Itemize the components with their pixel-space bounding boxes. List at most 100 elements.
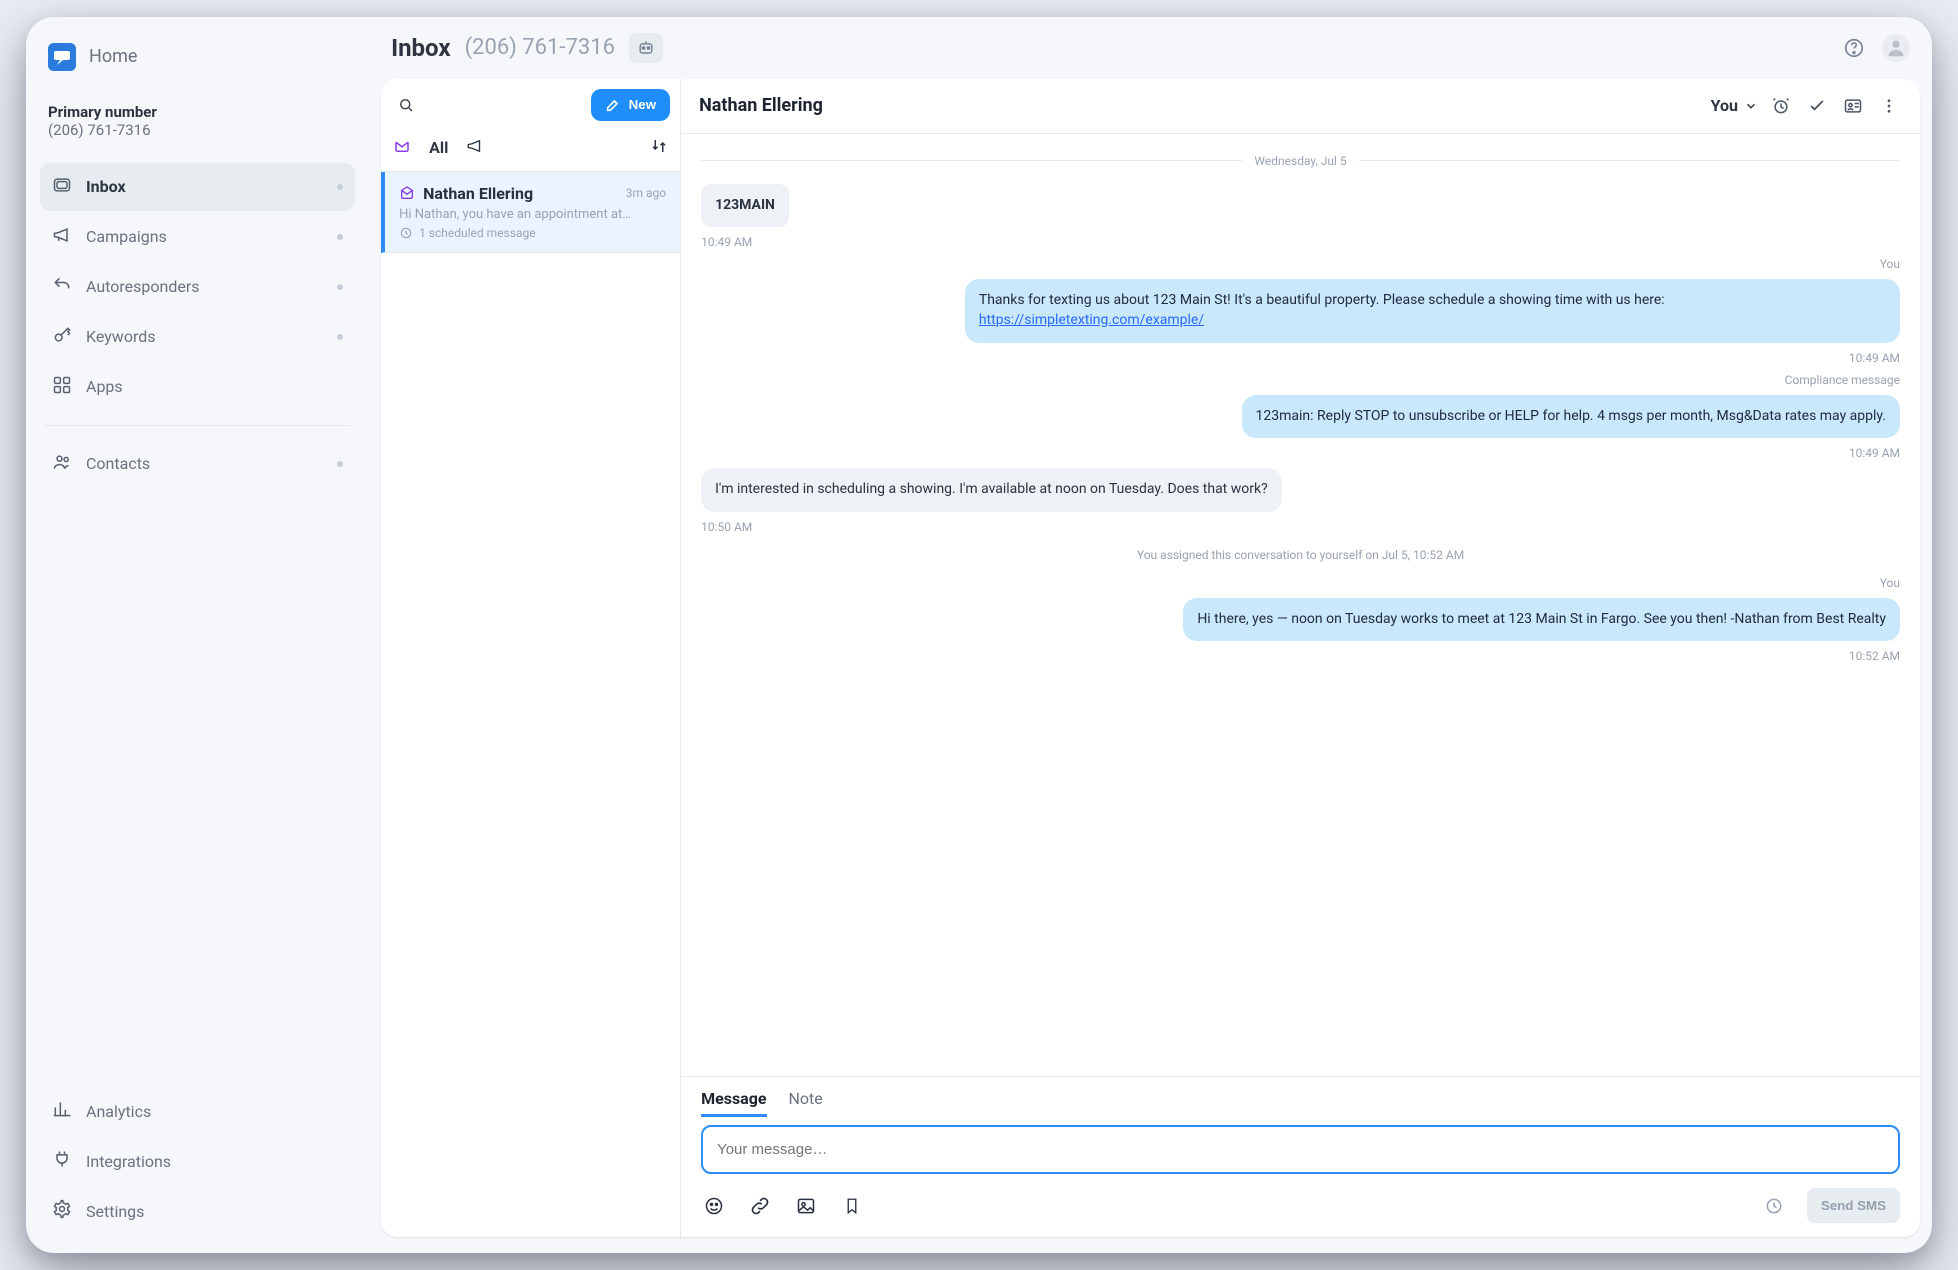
message-outgoing: Hi there, yes — noon on Tuesday works to… bbox=[1183, 598, 1900, 642]
main: Inbox (206) 761-7316 bbox=[369, 17, 1932, 1253]
message-link[interactable]: https://simpletexting.com/example/ bbox=[979, 312, 1204, 328]
sidebar-item-label: Inbox bbox=[86, 177, 126, 196]
primary-number: Primary number (206) 761-7316 bbox=[48, 103, 347, 139]
topbar: Inbox (206) 761-7316 bbox=[369, 17, 1932, 73]
sidebar-item-inbox[interactable]: Inbox bbox=[40, 163, 355, 211]
resolve-icon[interactable] bbox=[1804, 93, 1830, 119]
sidebar-item-label: Apps bbox=[86, 377, 123, 396]
sidebar-item-label: Autoresponders bbox=[86, 277, 200, 296]
contacts-icon bbox=[52, 452, 72, 476]
contact-name: Nathan Ellering bbox=[699, 95, 823, 116]
new-button[interactable]: New bbox=[591, 89, 670, 121]
help-icon[interactable] bbox=[1840, 34, 1868, 62]
new-button-label: New bbox=[629, 97, 656, 112]
contact-card-icon[interactable] bbox=[1840, 93, 1866, 119]
sidebar-item-campaigns[interactable]: Campaigns bbox=[40, 213, 355, 261]
robot-chip-icon[interactable] bbox=[629, 33, 663, 63]
sidebar-item-label: Keywords bbox=[86, 327, 156, 346]
assignee-dropdown[interactable]: You bbox=[1711, 96, 1758, 115]
sort-icon[interactable] bbox=[650, 137, 668, 159]
message-time: 10:52 AM bbox=[1849, 649, 1900, 663]
conversation-header: Nathan Ellering You bbox=[681, 79, 1920, 134]
send-button[interactable]: Send SMS bbox=[1807, 1188, 1900, 1223]
primary-nav: Inbox Campaigns Autoresponders bbox=[40, 163, 355, 488]
composer-toolbar: Send SMS bbox=[701, 1188, 1900, 1223]
thread-preview: Hi Nathan, you have an appointment at… bbox=[399, 207, 666, 222]
brand[interactable]: Home bbox=[48, 43, 347, 71]
inbox-icon bbox=[52, 175, 72, 199]
sidebar-item-label: Campaigns bbox=[86, 227, 167, 246]
sidebar-item-label: Contacts bbox=[86, 454, 150, 473]
link-icon[interactable] bbox=[747, 1193, 773, 1219]
sidebar-item-label: Integrations bbox=[86, 1152, 171, 1171]
divider bbox=[44, 425, 351, 426]
thread-scheduled: 1 scheduled message bbox=[399, 226, 666, 240]
tab-note[interactable]: Note bbox=[789, 1089, 823, 1117]
reply-icon bbox=[52, 275, 72, 299]
page-title: Inbox bbox=[391, 34, 450, 62]
thread-scheduled-label: 1 scheduled message bbox=[419, 226, 535, 240]
message-incoming: I'm interested in scheduling a showing. … bbox=[701, 468, 1282, 512]
message-text: I'm interested in scheduling a showing. … bbox=[715, 481, 1268, 497]
message-time: 10:50 AM bbox=[701, 520, 752, 534]
send-button-label: Send SMS bbox=[1821, 1198, 1886, 1213]
chevron-down-icon bbox=[1744, 99, 1758, 113]
sidebar-item-apps[interactable]: Apps bbox=[40, 363, 355, 411]
message-time: 10:49 AM bbox=[1849, 446, 1900, 460]
message-input[interactable] bbox=[701, 1125, 1900, 1174]
sidebar-item-integrations[interactable]: Integrations bbox=[40, 1137, 355, 1185]
sidebar-item-analytics[interactable]: Analytics bbox=[40, 1087, 355, 1135]
more-icon[interactable] bbox=[1876, 93, 1902, 119]
content: New All bbox=[381, 79, 1920, 1237]
sidebar-item-label: Analytics bbox=[86, 1102, 151, 1121]
sidebar-item-contacts[interactable]: Contacts bbox=[40, 440, 355, 488]
bookmark-icon[interactable] bbox=[839, 1193, 865, 1219]
user-avatar[interactable] bbox=[1882, 34, 1910, 62]
compose-icon bbox=[605, 97, 621, 113]
message-text: 123MAIN bbox=[715, 197, 775, 213]
date-separator: Wednesday, Jul 5 bbox=[701, 154, 1900, 168]
message-text: 123main: Reply STOP to unsubscribe or HE… bbox=[1256, 408, 1886, 424]
search-input[interactable] bbox=[391, 90, 583, 120]
message-label: You bbox=[1880, 257, 1900, 271]
sidebar-bottom: Analytics Integrations Settings bbox=[40, 1087, 355, 1235]
app-shell: Home Primary number (206) 761-7316 Inbox… bbox=[26, 17, 1932, 1253]
inbox-top: New bbox=[381, 79, 680, 131]
status-dot bbox=[337, 184, 343, 190]
image-icon[interactable] bbox=[793, 1193, 819, 1219]
message-label: You bbox=[1880, 576, 1900, 590]
system-note: You assigned this conversation to yourse… bbox=[1137, 548, 1464, 562]
message-time: 10:49 AM bbox=[1849, 351, 1900, 365]
message-text: Hi there, yes — noon on Tuesday works to… bbox=[1197, 611, 1886, 627]
emoji-icon[interactable] bbox=[701, 1193, 727, 1219]
logo-icon bbox=[48, 43, 76, 71]
status-dot bbox=[337, 461, 343, 467]
thread-name: Nathan Ellering bbox=[423, 184, 533, 203]
plug-icon bbox=[52, 1149, 72, 1173]
snooze-icon[interactable] bbox=[1768, 93, 1794, 119]
filter-all[interactable]: All bbox=[429, 138, 448, 157]
status-dot bbox=[337, 234, 343, 240]
message-outgoing: 123main: Reply STOP to unsubscribe or HE… bbox=[1242, 395, 1900, 439]
sidebar-item-settings[interactable]: Settings bbox=[40, 1187, 355, 1235]
key-icon bbox=[52, 325, 72, 349]
message-time: 10:49 AM bbox=[701, 235, 752, 249]
message-text: Thanks for texting us about 123 Main St!… bbox=[979, 292, 1665, 308]
composer: Message Note bbox=[681, 1076, 1920, 1237]
home-link[interactable]: Home bbox=[89, 46, 137, 67]
schedule-icon[interactable] bbox=[1761, 1193, 1787, 1219]
open-inbox-icon[interactable] bbox=[393, 137, 411, 159]
megaphone-small-icon[interactable] bbox=[466, 137, 484, 159]
conversation-body[interactable]: Wednesday, Jul 5 123MAIN 10:49 AM You Th… bbox=[681, 134, 1920, 1076]
message-incoming: 123MAIN bbox=[701, 184, 789, 228]
tab-message[interactable]: Message bbox=[701, 1089, 766, 1117]
sidebar-item-label: Settings bbox=[86, 1202, 144, 1221]
clock-icon bbox=[399, 226, 413, 240]
sidebar-item-autoresponders[interactable]: Autoresponders bbox=[40, 263, 355, 311]
gear-icon bbox=[52, 1199, 72, 1223]
grid-icon bbox=[52, 375, 72, 399]
thread-item[interactable]: Nathan Ellering 3m ago Hi Nathan, you ha… bbox=[381, 172, 680, 253]
assignee-label: You bbox=[1711, 96, 1738, 115]
sidebar-item-keywords[interactable]: Keywords bbox=[40, 313, 355, 361]
inbox-column: New All bbox=[381, 79, 681, 1237]
